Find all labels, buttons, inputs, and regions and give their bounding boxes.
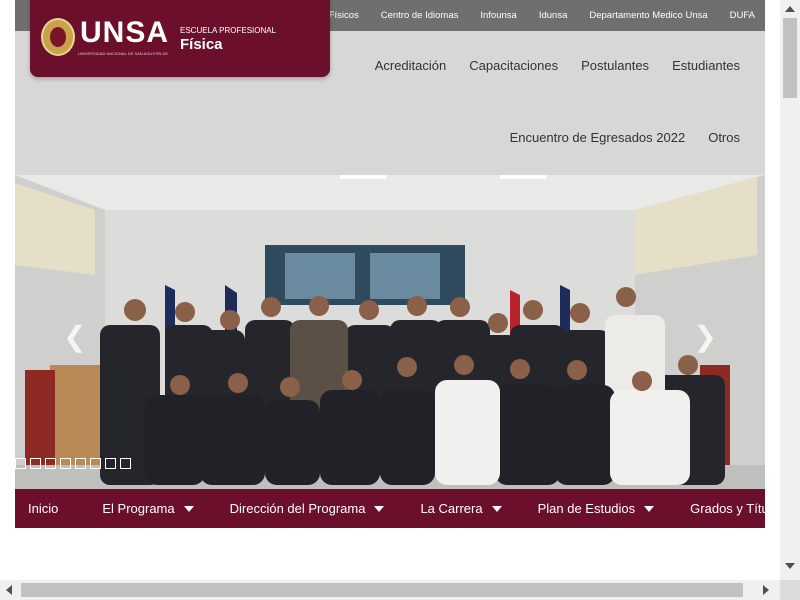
page-content: Colegio de Físicos Centro de Idiomas Inf… xyxy=(15,0,765,580)
scroll-up-icon[interactable] xyxy=(785,6,795,12)
chevron-down-icon xyxy=(183,505,194,512)
slider-dot[interactable] xyxy=(15,458,26,469)
nav-estudiantes[interactable]: Estudiantes xyxy=(672,58,740,73)
slider-dot[interactable] xyxy=(75,458,86,469)
slider-dot[interactable] xyxy=(30,458,41,469)
program-nav: Inicio El Programa Dirección del Program… xyxy=(15,489,765,528)
horizontal-scrollbar[interactable] xyxy=(0,580,780,600)
logo-wordmark: UNSA xyxy=(80,16,170,49)
site-header: Colegio de Físicos Centro de Idiomas Inf… xyxy=(15,0,765,175)
hero-slider: ❮ ❯ xyxy=(15,175,765,489)
nav-acreditacion[interactable]: Acreditación xyxy=(375,58,447,73)
slider-next-icon[interactable]: ❯ xyxy=(694,323,717,351)
program-nav-label: El Programa xyxy=(102,501,175,516)
nav-capacitaciones[interactable]: Capacitaciones xyxy=(469,58,558,73)
program-nav-direccion[interactable]: Dirección del Programa xyxy=(230,501,385,516)
top-link-idiomas[interactable]: Centro de Idiomas xyxy=(381,10,459,21)
right-gutter xyxy=(765,0,780,580)
slider-dot[interactable] xyxy=(90,458,101,469)
school-label: ESCUELA PROFESIONAL xyxy=(180,26,277,35)
program-nav-label: Inicio xyxy=(28,501,59,516)
chevron-down-icon xyxy=(374,505,385,512)
university-seal-icon xyxy=(41,18,75,56)
vertical-scroll-thumb[interactable] xyxy=(783,18,797,98)
program-nav-el-programa[interactable]: El Programa xyxy=(102,501,194,516)
nav-postulantes[interactable]: Postulantes xyxy=(581,58,649,73)
program-nav-label: Grados y Títulos xyxy=(690,501,765,516)
nav-encuentro-egresados[interactable]: Encuentro de Egresados 2022 xyxy=(510,130,686,145)
main-nav-row1: Acreditación Capacitaciones Postulantes … xyxy=(375,58,740,73)
top-link-infounsa[interactable]: Infounsa xyxy=(480,10,516,21)
program-nav-label: Plan de Estudios xyxy=(537,501,636,516)
scroll-down-icon[interactable] xyxy=(785,563,795,569)
top-link-idunsa[interactable]: Idunsa xyxy=(539,10,568,21)
horizontal-scroll-thumb[interactable] xyxy=(21,583,743,597)
program-nav-label: La Carrera xyxy=(420,501,483,516)
top-links: Colegio de Físicos Centro de Idiomas Inf… xyxy=(281,0,755,31)
group-photo xyxy=(15,175,765,489)
scrollbar-corner xyxy=(780,580,800,600)
program-nav-plan-estudios[interactable]: Plan de Estudios xyxy=(538,501,655,516)
chevron-down-icon xyxy=(644,505,655,512)
program-nav-grados-titulos[interactable]: Grados y Títulos xyxy=(690,501,765,516)
chevron-down-icon xyxy=(491,505,502,512)
left-gutter xyxy=(0,0,15,580)
program-nav-label: Dirección del Programa xyxy=(229,501,366,516)
slider-indicators xyxy=(15,458,131,469)
slider-dot[interactable] xyxy=(45,458,56,469)
scroll-right-icon[interactable] xyxy=(763,585,769,595)
slider-dot[interactable] xyxy=(105,458,116,469)
slider-prev-icon[interactable]: ❮ xyxy=(63,323,86,351)
slider-dot[interactable] xyxy=(60,458,71,469)
top-link-medico[interactable]: Departamento Medico Unsa xyxy=(589,10,707,21)
program-nav-la-carrera[interactable]: La Carrera xyxy=(420,501,502,516)
top-link-dufa[interactable]: DUFA xyxy=(730,10,755,21)
program-nav-inicio[interactable]: Inicio xyxy=(28,501,58,516)
logo-tagline: UNIVERSIDAD NACIONAL DE SAN AGUSTÍN DE A… xyxy=(78,51,168,56)
vertical-scrollbar[interactable] xyxy=(780,0,800,580)
school-name: Física xyxy=(180,36,223,53)
main-nav-row2: Encuentro de Egresados 2022 Otros xyxy=(510,130,740,145)
scroll-left-icon[interactable] xyxy=(6,585,12,595)
site-logo[interactable]: UNSA UNIVERSIDAD NACIONAL DE SAN AGUSTÍN… xyxy=(30,0,330,77)
nav-otros[interactable]: Otros xyxy=(708,130,740,145)
slider-dot[interactable] xyxy=(120,458,131,469)
